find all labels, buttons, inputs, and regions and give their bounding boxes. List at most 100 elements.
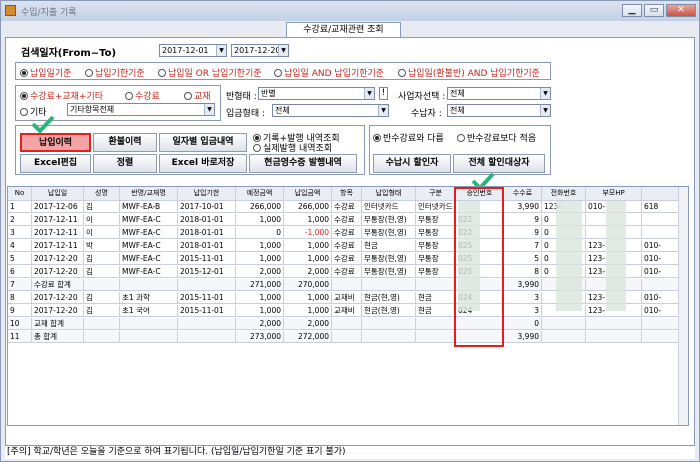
table-cell[interactable]: 현금(현,영) [362, 292, 416, 304]
table-cell[interactable]: 1 [8, 201, 32, 213]
table-cell[interactable]: 이 [84, 227, 120, 239]
table-cell[interactable]: 271,000 [236, 279, 284, 291]
table-cell[interactable]: 2017-12-20 [32, 305, 84, 317]
table-cell[interactable]: 1,000 [284, 240, 332, 252]
table-cell[interactable] [362, 331, 416, 343]
table-cell[interactable] [84, 318, 120, 330]
table-cell[interactable]: 현금 [362, 240, 416, 252]
col-parent-hp[interactable]: 부모HP [586, 187, 642, 201]
basis-option-4[interactable]: 납입일 AND 납입기한기준 [274, 66, 384, 79]
table-cell[interactable]: 1,000 [284, 253, 332, 265]
table-cell[interactable] [120, 279, 178, 291]
discount-list-button[interactable]: 수납시 할인자 [373, 154, 451, 173]
table-cell[interactable]: 2,000 [284, 318, 332, 330]
table-cell[interactable]: 수강료 [332, 227, 362, 239]
table-cell[interactable]: 1,000 [236, 305, 284, 317]
table-cell[interactable]: 2018-01-01 [178, 227, 236, 239]
refund-history-button[interactable]: 환불이력 [93, 133, 157, 152]
table-cell[interactable]: 2 [8, 214, 32, 226]
table-cell[interactable]: 2,000 [236, 266, 284, 278]
table-cell[interactable]: 2017-12-11 [32, 240, 84, 252]
table-cell[interactable]: 010- [642, 253, 680, 265]
table-cell[interactable]: 5 [8, 253, 32, 265]
table-cell[interactable]: 1,000 [284, 305, 332, 317]
table-cell[interactable]: 1,000 [236, 253, 284, 265]
table-cell[interactable] [642, 331, 680, 343]
payment-history-button[interactable]: 납입이력 [20, 133, 91, 152]
table-row[interactable]: 6 2017-12-20 김 MWF-EA-C 2015-12-01 2,000 2,000… [8, 266, 688, 278]
table-cell[interactable]: 9 [8, 305, 32, 317]
to-date-picker[interactable]: 2017-12-20 ▼ [231, 44, 289, 57]
table-cell[interactable]: 수강료 [332, 253, 362, 265]
category-all[interactable]: 수강료+교재+기타 [20, 89, 103, 102]
table-cell[interactable] [362, 279, 416, 291]
basis-option-5[interactable]: 납입일(환불반) AND 납입기한기준 [398, 66, 540, 79]
table-cell[interactable]: 현금 [416, 292, 456, 304]
table-cell[interactable]: 618 [642, 201, 680, 213]
table-cell[interactable]: 3,990 [504, 331, 542, 343]
table-cell[interactable]: 2018-01-01 [178, 214, 236, 226]
table-cell[interactable]: 김 [84, 266, 120, 278]
table-cell[interactable] [416, 318, 456, 330]
table-cell[interactable]: 수강료 [332, 266, 362, 278]
table-cell[interactable]: 0 [504, 318, 542, 330]
table-cell[interactable]: 3,990 [504, 279, 542, 291]
col-class[interactable]: 반명/교재명 [120, 187, 178, 201]
table-cell[interactable]: 9 [504, 227, 542, 239]
table-cell[interactable] [362, 318, 416, 330]
table-cell[interactable]: 현금 [416, 305, 456, 317]
table-cell[interactable] [120, 331, 178, 343]
table-cell[interactable]: 현금(현,영) [362, 305, 416, 317]
table-cell[interactable]: 박 [84, 240, 120, 252]
minimize-button[interactable]: ▁ [622, 4, 642, 17]
table-cell[interactable]: 2018-01-01 [178, 240, 236, 252]
tab-fee-lookup[interactable]: 수강료/교재관련 조회 [286, 22, 401, 38]
col-date[interactable]: 납입일 [32, 187, 84, 201]
table-row[interactable]: 7 수강료 합계 271,000 270,000 3,990 [8, 279, 688, 291]
table-cell[interactable]: MWF-EA-C [120, 266, 178, 278]
table-cell[interactable]: 2015-11-01 [178, 305, 236, 317]
table-cell[interactable]: 무통장(현,영) [362, 253, 416, 265]
table-cell[interactable]: 김 [84, 253, 120, 265]
table-cell[interactable]: 무통장 [416, 253, 456, 265]
table-cell[interactable]: 1,000 [236, 214, 284, 226]
table-cell[interactable]: 2017-12-11 [32, 214, 84, 226]
table-cell[interactable]: 2015-11-01 [178, 253, 236, 265]
category-books[interactable]: 교재 [184, 89, 211, 102]
table-cell[interactable]: MWF-EA-C [120, 253, 178, 265]
table-cell[interactable] [642, 214, 680, 226]
table-row[interactable]: 11 총 합계 273,000 272,000 3,990 [8, 331, 688, 343]
results-table[interactable]: No 납입일 성명 반명/교재명 납입기한 예정금액 납입금액 항목 납입형태 … [7, 186, 689, 426]
table-cell[interactable]: 김 [84, 305, 120, 317]
table-cell[interactable] [178, 331, 236, 343]
table-cell[interactable] [642, 279, 680, 291]
table-cell[interactable]: 무통장 [416, 266, 456, 278]
table-cell[interactable]: 3,990 [504, 201, 542, 213]
table-cell[interactable]: 무통장(현,영) [362, 266, 416, 278]
table-cell[interactable]: 010- [642, 266, 680, 278]
table-cell[interactable]: 2015-11-01 [178, 292, 236, 304]
table-cell[interactable]: 270,000 [284, 279, 332, 291]
table-cell[interactable] [84, 331, 120, 343]
table-cell[interactable]: 교재비 [332, 292, 362, 304]
table-cell[interactable]: 2017-10-01 [178, 201, 236, 213]
table-cell[interactable] [542, 318, 586, 330]
table-cell[interactable]: 2017-12-20 [32, 253, 84, 265]
refund-option-different[interactable]: 반수강료와 다름 [373, 131, 444, 144]
cash-receipt-button[interactable]: 현금영수증 발행내역 [249, 154, 357, 173]
table-cell[interactable]: MWF-EA-C [120, 227, 178, 239]
col-no[interactable]: No [8, 187, 32, 201]
table-cell[interactable] [178, 279, 236, 291]
receiver-select[interactable]: 전체 ▼ [447, 104, 551, 117]
table-cell[interactable]: 인터넷카드 [362, 201, 416, 213]
other-item-select[interactable]: 기타항목전체 ▼ [67, 103, 215, 116]
basis-option-1[interactable]: 납입일기준 [20, 66, 71, 79]
table-cell[interactable]: 2,000 [236, 318, 284, 330]
table-cell[interactable] [84, 279, 120, 291]
table-cell[interactable]: 2017-12-20 [32, 292, 84, 304]
table-cell[interactable]: 10 [8, 318, 32, 330]
table-cell[interactable]: 초1 과학 [120, 292, 178, 304]
table-cell[interactable]: 010- [642, 240, 680, 252]
table-cell[interactable]: 인터넷카드 [416, 201, 456, 213]
table-cell[interactable]: 1,000 [236, 292, 284, 304]
